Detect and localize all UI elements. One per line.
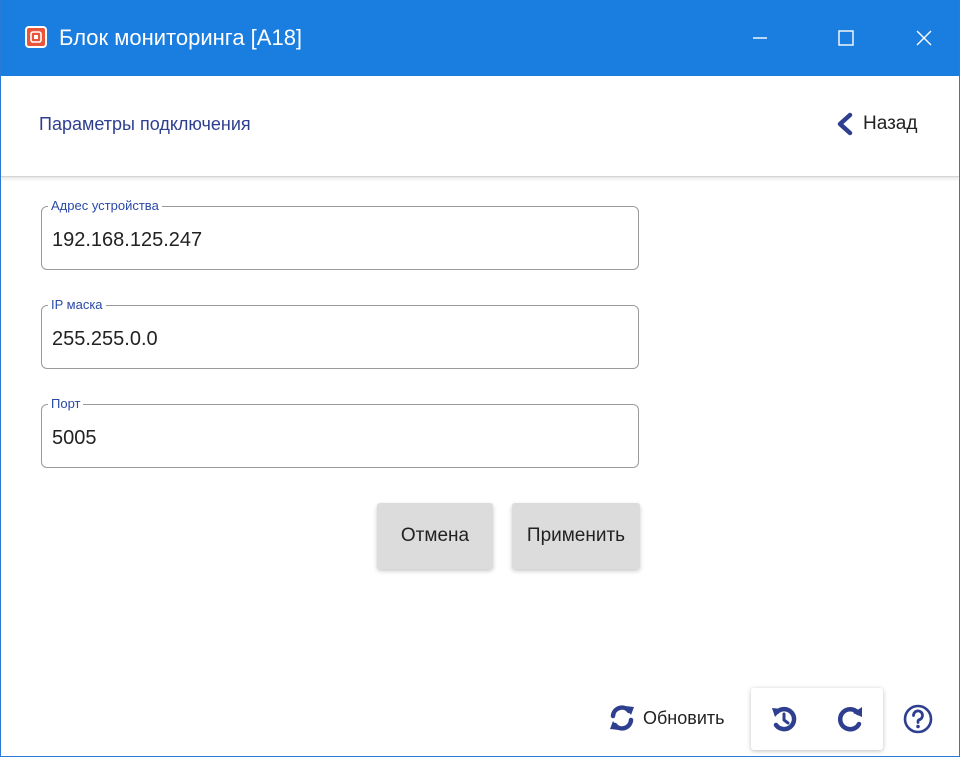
page-header: Параметры подключения Назад — [1, 76, 959, 177]
history-button-group — [751, 688, 883, 750]
ip-mask-input[interactable] — [52, 324, 622, 354]
bottom-toolbar: Обновить — [1, 680, 959, 756]
chevron-left-icon — [837, 112, 853, 136]
maximize-icon — [838, 30, 854, 46]
maximize-button[interactable] — [803, 0, 889, 76]
redo-button[interactable] — [817, 688, 883, 750]
help-icon — [903, 704, 933, 734]
back-button[interactable]: Назад — [835, 108, 917, 140]
minimize-icon — [753, 37, 767, 39]
undo-history-icon — [772, 706, 797, 732]
ip-mask-field: IP маска — [41, 297, 639, 369]
close-button[interactable] — [889, 0, 959, 76]
undo-history-button[interactable] — [751, 688, 817, 750]
minimize-button[interactable] — [717, 0, 803, 76]
back-label: Назад — [863, 113, 918, 134]
refresh-label: Обновить — [643, 707, 725, 728]
device-address-label: Адрес устройства — [48, 198, 162, 214]
close-icon — [916, 30, 932, 46]
ip-mask-label: IP маска — [48, 297, 106, 313]
port-input[interactable] — [52, 423, 622, 453]
refresh-button[interactable]: Обновить — [607, 698, 725, 738]
port-field: Порт — [41, 396, 639, 468]
redo-icon — [837, 707, 862, 732]
apply-button[interactable]: Применить — [512, 503, 640, 569]
app-window: Блок мониторинга [A18] Параметры подключ… — [0, 0, 960, 757]
device-address-input[interactable] — [52, 225, 622, 255]
device-address-field: Адрес устройства — [41, 198, 639, 270]
page-title: Параметры подключения — [39, 114, 251, 134]
cancel-button[interactable]: Отмена — [377, 503, 493, 569]
window-title: Блок мониторинга [A18] — [59, 25, 303, 50]
refresh-icon — [610, 705, 634, 731]
port-label: Порт — [48, 396, 84, 412]
app-logo-icon — [25, 26, 47, 48]
title-bar: Блок мониторинга [A18] — [1, 0, 959, 76]
help-button[interactable] — [901, 702, 935, 736]
